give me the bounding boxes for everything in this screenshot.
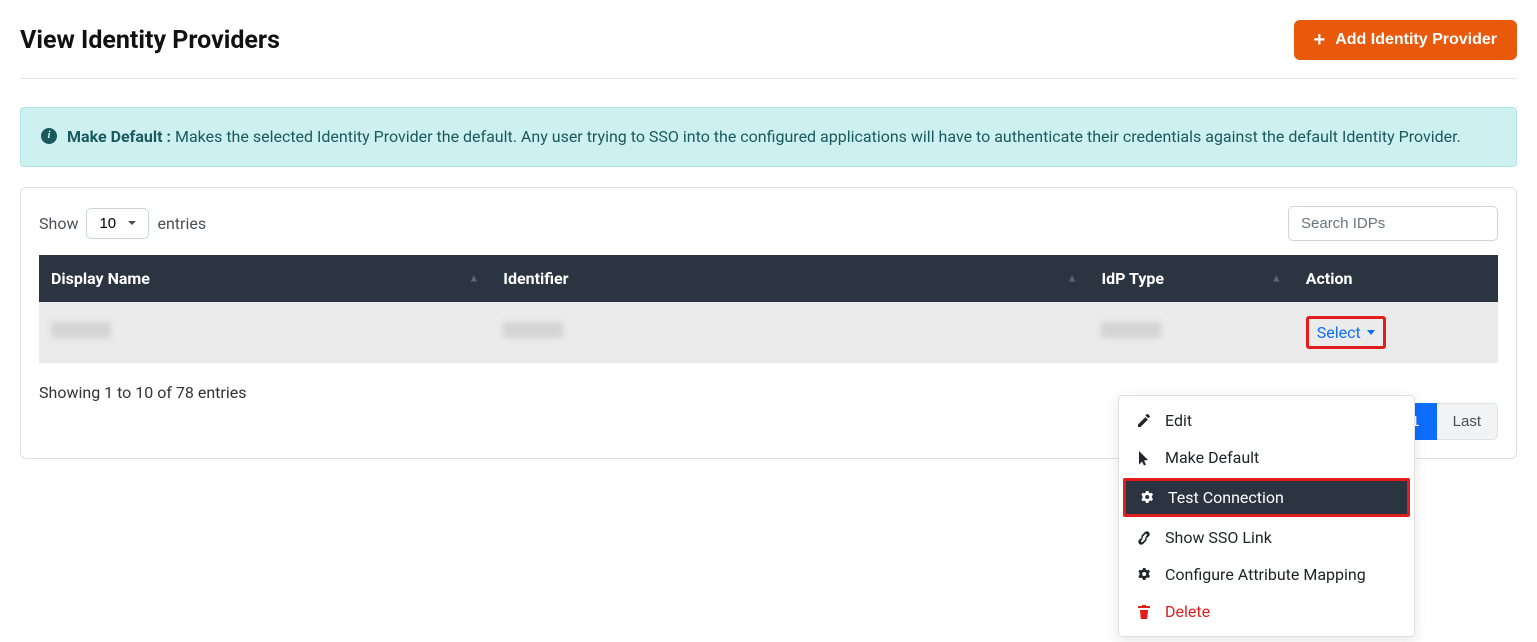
search-input[interactable] bbox=[1288, 206, 1498, 241]
col-action: Action bbox=[1294, 255, 1498, 302]
gears-icon bbox=[1138, 490, 1156, 506]
show-label-prefix: Show bbox=[39, 214, 78, 233]
gear-icon bbox=[1135, 567, 1153, 583]
row-action-select-label: Select bbox=[1317, 323, 1361, 342]
idp-table: Display Name ▲ Identifier ▲ IdP Type ▲ A… bbox=[39, 255, 1498, 365]
link-icon bbox=[1135, 530, 1153, 546]
plus-icon: + bbox=[1314, 30, 1326, 50]
add-identity-provider-label: Add Identity Provider bbox=[1335, 31, 1497, 49]
sort-icon: ▲ bbox=[468, 272, 479, 285]
add-identity-provider-button[interactable]: + Add Identity Provider bbox=[1294, 20, 1517, 60]
edit-icon bbox=[1135, 413, 1153, 429]
showing-entries-text: Showing 1 to 10 of 78 entries bbox=[39, 383, 246, 402]
sort-icon: ▲ bbox=[1067, 272, 1078, 285]
dropdown-edit[interactable]: Edit bbox=[1119, 402, 1414, 439]
info-alert: i Make Default : Makes the selected Iden… bbox=[20, 107, 1517, 167]
cell-identifier bbox=[503, 322, 563, 338]
row-action-dropdown: Edit Make Default Test Connection Show S… bbox=[1118, 395, 1415, 637]
dropdown-configure-attribute-mapping[interactable]: Configure Attribute Mapping bbox=[1119, 556, 1414, 593]
caret-down-icon bbox=[1367, 330, 1375, 335]
trash-icon bbox=[1135, 604, 1153, 620]
col-idp-type[interactable]: IdP Type ▲ bbox=[1089, 255, 1293, 302]
page-title: View Identity Providers bbox=[20, 26, 280, 55]
page-last-button[interactable]: Last bbox=[1437, 403, 1498, 440]
sort-icon: ▲ bbox=[1271, 272, 1282, 285]
col-identifier[interactable]: Identifier ▲ bbox=[491, 255, 1089, 302]
cell-display-name bbox=[51, 322, 111, 338]
dropdown-test-connection[interactable]: Test Connection bbox=[1123, 478, 1410, 517]
cell-idp-type bbox=[1101, 322, 1161, 338]
dropdown-make-default[interactable]: Make Default bbox=[1119, 439, 1414, 476]
row-action-select[interactable]: Select bbox=[1306, 316, 1386, 349]
alert-text: Makes the selected Identity Provider the… bbox=[175, 127, 1461, 146]
dropdown-delete[interactable]: Delete bbox=[1119, 593, 1414, 630]
dropdown-show-sso-link[interactable]: Show SSO Link bbox=[1119, 519, 1414, 556]
info-icon: i bbox=[41, 128, 57, 144]
cursor-icon bbox=[1135, 450, 1153, 466]
table-row: Select bbox=[39, 302, 1498, 364]
page-size-select[interactable]: 10 bbox=[86, 208, 149, 239]
alert-label: Make Default : bbox=[67, 127, 175, 146]
col-display-name[interactable]: Display Name ▲ bbox=[39, 255, 491, 302]
show-label-suffix: entries bbox=[157, 214, 206, 233]
